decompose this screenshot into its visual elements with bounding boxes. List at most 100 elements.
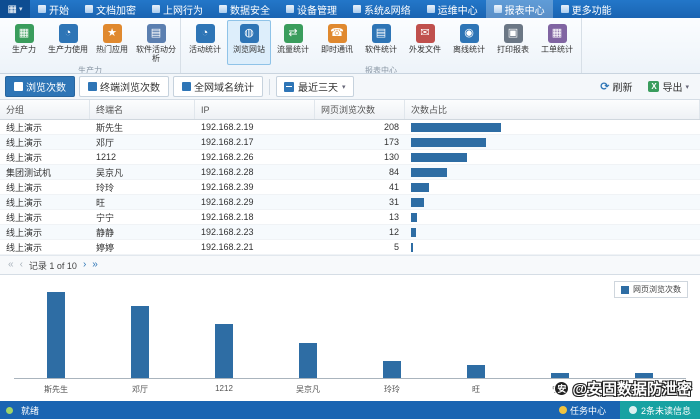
ribbon-item-1-2[interactable]: ⇄流量统计	[271, 20, 315, 65]
ratio-bar	[411, 123, 501, 132]
ribbon-item-label: 生产力	[12, 45, 36, 63]
view-tab-icon	[182, 82, 191, 91]
date-range-select[interactable]: 最近三天 ▾	[276, 76, 354, 97]
cell-group: 集团测试机	[0, 165, 90, 179]
chart-bar-slot	[434, 287, 518, 378]
prev-page-button[interactable]: ‹	[20, 260, 23, 270]
ribbon-item-1-8[interactable]: ▦工单统计	[535, 20, 579, 65]
table-row[interactable]: 线上演示玲玲192.168.2.3941	[0, 180, 700, 195]
table-row[interactable]: 线上演示婷婷192.168.2.215	[0, 240, 700, 255]
chart-bar-slot	[98, 287, 182, 378]
view-tab-icon	[14, 82, 23, 91]
ribbon-item-1-0[interactable]: ◔活动统计	[183, 20, 227, 65]
bar-chart: 网页浏览次数 斯先生邓厅1212吴京凡玲玲旺宁宁静静	[0, 275, 700, 401]
table-row[interactable]: 线上演示斯先生192.168.2.19208	[0, 120, 700, 135]
cell-name: 斯先生	[90, 120, 195, 134]
chart-bar[interactable]	[47, 292, 65, 378]
ribbon-item-1-3[interactable]: ☎即时通讯	[315, 20, 359, 65]
menu-item-5[interactable]: 系统&网络	[345, 0, 419, 18]
ribbon-item-icon: ⇄	[284, 24, 303, 43]
ribbon-item-1-5[interactable]: ✉外发文件	[403, 20, 447, 65]
ribbon-item-1-4[interactable]: ▤软件统计	[359, 20, 403, 65]
view-tab-icon	[88, 82, 97, 91]
first-page-button[interactable]: «	[8, 260, 14, 270]
chart-bar[interactable]	[299, 343, 317, 378]
cell-group: 线上演示	[0, 120, 90, 134]
chevron-down-icon: ▾	[342, 83, 346, 91]
ribbon-item-label: 生产力使用	[48, 45, 88, 63]
menu-items: 开始文档加密 上网行为数据安全设备管理系统&网络运维中心报表中心更多功能	[30, 0, 620, 18]
cell-ip: 192.168.2.23	[195, 225, 315, 239]
ratio-bar	[411, 228, 416, 237]
chart-x-label: 静静	[602, 384, 686, 395]
menu-item-icon	[427, 5, 435, 13]
view-tab-1[interactable]: 终端浏览次数	[79, 76, 169, 97]
chart-bar[interactable]	[551, 373, 569, 378]
date-range-label: 最近三天	[298, 79, 338, 94]
status-bar: 就绪 任务中心 2条未读信息	[0, 401, 700, 419]
export-button[interactable]: X 导出 ▾	[642, 77, 695, 96]
menu-item-6[interactable]: 运维中心	[419, 0, 486, 18]
chart-bar[interactable]	[215, 324, 233, 378]
column-header-2[interactable]: IP	[195, 100, 315, 119]
menu-item-4[interactable]: 设备管理	[278, 0, 345, 18]
cell-ip: 192.168.2.19	[195, 120, 315, 134]
ribbon-item-1-6[interactable]: ◉离线统计	[447, 20, 491, 65]
menu-item-1[interactable]: 文档加密	[77, 0, 144, 18]
refresh-button[interactable]: ⟳ 刷新	[594, 77, 638, 96]
ribbon-item-1-1[interactable]: ◍浏览网站	[227, 20, 271, 65]
cell-count: 173	[315, 135, 405, 149]
cell-count: 208	[315, 120, 405, 134]
chart-bar-slot	[14, 287, 98, 378]
chart-bar[interactable]	[635, 373, 653, 378]
view-tab-0[interactable]: 浏览次数	[5, 76, 75, 97]
ribbon-item-0-0[interactable]: ▦生产力	[2, 20, 46, 65]
ratio-bar	[411, 183, 429, 192]
menu-item-8[interactable]: 更多功能	[553, 0, 620, 18]
ribbon-item-0-3[interactable]: ▤软件活动分析	[134, 20, 178, 65]
chart-x-label: 邓厅	[98, 384, 182, 395]
ribbon-item-1-7[interactable]: ▣打印报表	[491, 20, 535, 65]
cell-ratio-bar	[405, 180, 700, 194]
menu-item-3[interactable]: 数据安全	[211, 0, 278, 18]
view-tab-2[interactable]: 全网域名统计	[173, 76, 263, 97]
menu-item-2[interactable]: 上网行为	[144, 0, 211, 18]
table-row[interactable]: 集团测试机吴京凡192.168.2.2884	[0, 165, 700, 180]
column-header-3[interactable]: 网页浏览次数	[315, 100, 405, 119]
table-row[interactable]: 线上演示邓厅192.168.2.17173	[0, 135, 700, 150]
ribbon-item-icon: ▣	[504, 24, 523, 43]
menu-item-label: 上网行为	[163, 2, 203, 17]
menu-item-0[interactable]: 开始	[30, 0, 77, 18]
next-page-button[interactable]: ›	[83, 260, 86, 270]
cell-ratio-bar	[405, 210, 700, 224]
ribbon: ▦生产力◔生产力使用★热门应用▤软件活动分析生产力 ◔活动统计◍浏览网站⇄流量统计…	[0, 18, 700, 74]
app-logo-button[interactable]: ▦ ▾	[0, 0, 30, 18]
cell-count: 5	[315, 240, 405, 254]
cell-name: 宁宁	[90, 210, 195, 224]
column-header-4[interactable]: 次数占比	[405, 100, 700, 119]
column-header-1[interactable]: 终端名	[90, 100, 195, 119]
ribbon-item-label: 浏览网站	[233, 45, 265, 63]
ribbon-item-0-2[interactable]: ★热门应用	[90, 20, 134, 65]
table-row[interactable]: 线上演示1212192.168.2.26130	[0, 150, 700, 165]
cell-name: 婷婷	[90, 240, 195, 254]
cell-count: 84	[315, 165, 405, 179]
table-row[interactable]: 线上演示旺192.168.2.2931	[0, 195, 700, 210]
view-tab-label: 终端浏览次数	[100, 79, 160, 94]
cell-ip: 192.168.2.29	[195, 195, 315, 209]
cell-name: 玲玲	[90, 180, 195, 194]
cell-count: 12	[315, 225, 405, 239]
cell-ip: 192.168.2.18	[195, 210, 315, 224]
column-header-0[interactable]: 分组	[0, 100, 90, 119]
ribbon-item-0-1[interactable]: ◔生产力使用	[46, 20, 90, 65]
table-row[interactable]: 线上演示宁宁192.168.2.1813	[0, 210, 700, 225]
chart-bar[interactable]	[467, 365, 485, 378]
chart-bar[interactable]	[383, 361, 401, 378]
menu-item-7[interactable]: 报表中心	[486, 0, 553, 18]
cell-ip: 192.168.2.28	[195, 165, 315, 179]
task-center-button[interactable]: 任务中心	[553, 401, 612, 419]
unread-messages-button[interactable]: 2条未读信息	[620, 401, 700, 419]
last-page-button[interactable]: »	[92, 260, 98, 270]
table-row[interactable]: 线上演示静静192.168.2.2312	[0, 225, 700, 240]
chart-bar[interactable]	[131, 306, 149, 378]
